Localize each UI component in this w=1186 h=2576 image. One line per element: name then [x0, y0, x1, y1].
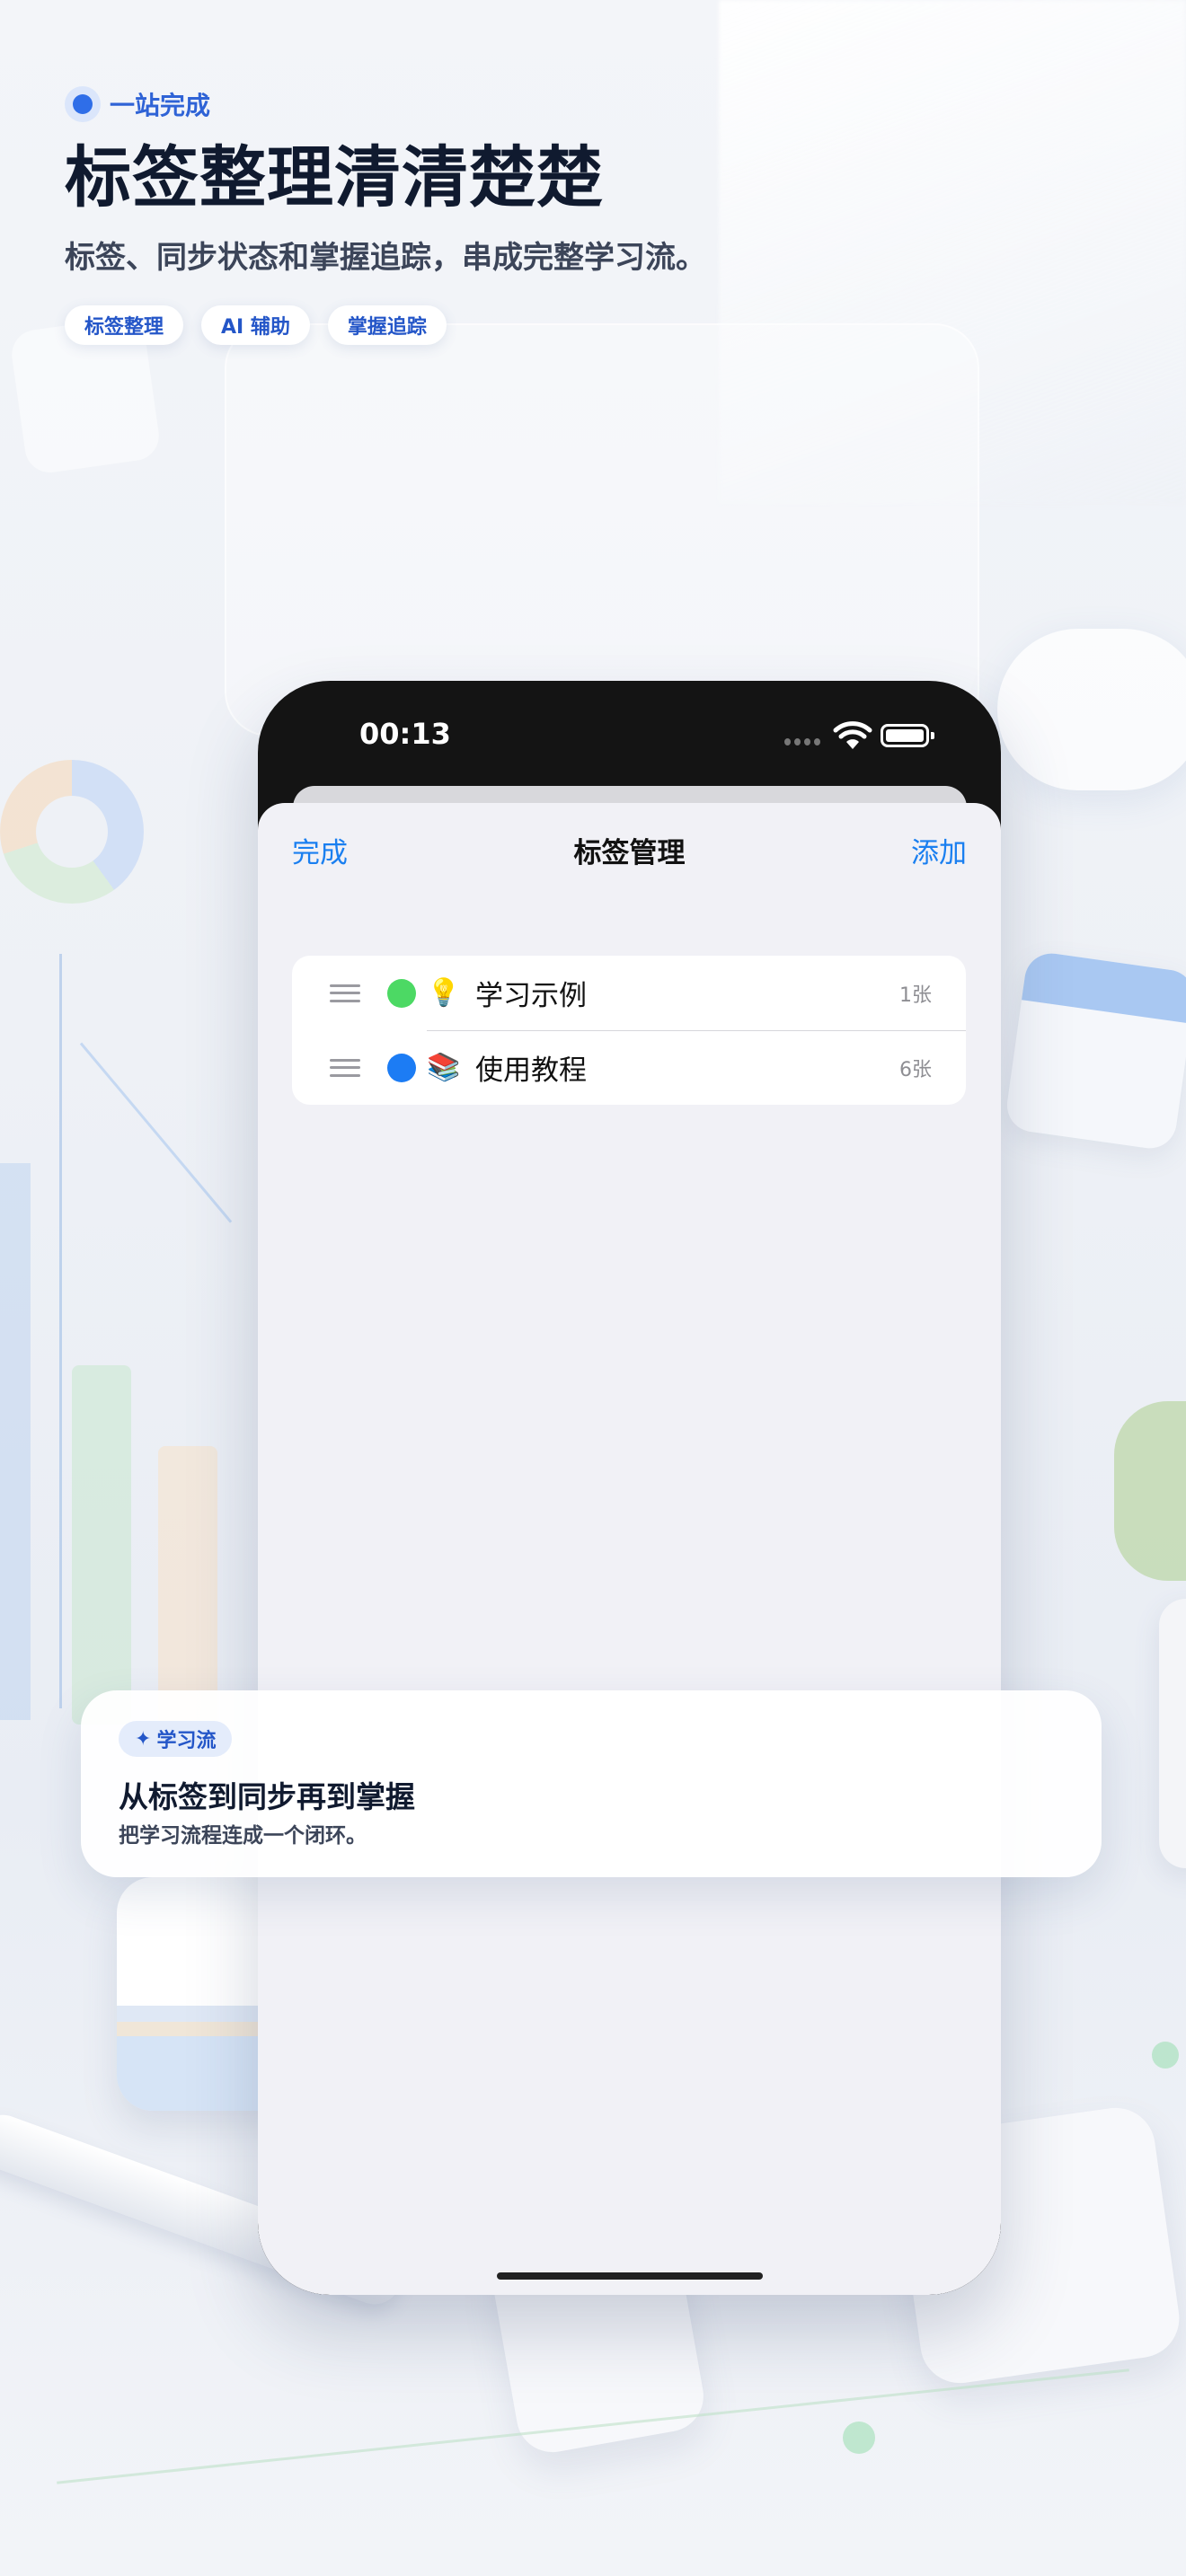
background-panel — [225, 323, 979, 737]
donut-chart-icon — [0, 760, 144, 904]
kicker-text: 一站完成 — [110, 91, 211, 120]
headline: 标签整理清清楚楚 — [65, 139, 604, 216]
chart-line-decoration — [79, 1042, 233, 1223]
path-node-decoration — [843, 2422, 875, 2454]
tag-management-sheet: 完成 标签管理 添加 💡 学习示例 1张 📚 使用教程 6张 — [258, 803, 1001, 2295]
plant-icon — [1114, 1401, 1186, 1581]
battery-icon — [881, 724, 934, 747]
status-time: 00:13 — [359, 717, 451, 751]
tag-card-count: 1张 — [899, 984, 932, 1007]
promo-header: 一站完成 标签整理清清楚楚 标签、同步状态和掌握追踪，串成完整学习流。 标签整理… — [65, 86, 1053, 346]
bar-decoration — [0, 1163, 31, 1720]
badge-label: 学习流 — [156, 1730, 217, 1752]
tag-row[interactable]: 📚 使用教程 6张 — [292, 1030, 966, 1105]
page-title: 标签管理 — [573, 837, 686, 869]
chip-tag-organize: 标签整理 — [65, 305, 184, 346]
subheadline: 标签、同步状态和掌握追踪，串成完整学习流。 — [65, 240, 706, 277]
navigation-bar: 完成 标签管理 添加 — [258, 803, 1001, 902]
tag-color-dot — [387, 978, 416, 1008]
chip-mastery-tracking: 掌握追踪 — [327, 305, 447, 346]
learning-flow-card: ✦ 学习流 从标签到同步再到掌握 把学习流程连成一个闭环。 — [81, 1690, 1102, 1877]
add-button[interactable]: 添加 — [911, 830, 967, 870]
path-node-decoration — [1152, 2042, 1179, 2069]
sparkle-icon: ✦ — [135, 1727, 152, 1751]
kicker: 一站完成 — [65, 86, 1053, 122]
drag-handle-icon[interactable] — [330, 1058, 360, 1077]
tag-row[interactable]: 💡 学习示例 1张 — [292, 956, 966, 1030]
lightbulb-icon: 💡 — [427, 977, 461, 1009]
wifi-icon — [833, 721, 872, 749]
tag-color-dot — [387, 1053, 416, 1082]
chart-axis-decoration — [59, 954, 62, 1708]
books-icon: 📚 — [427, 1052, 461, 1083]
tag-name: 学习示例 — [475, 980, 587, 1012]
bar-decoration — [72, 1365, 131, 1725]
status-bar: 00:13 — [258, 681, 1001, 789]
kicker-dot-icon — [65, 86, 101, 122]
card-description: 把学习流程连成一个闭环。 — [119, 1824, 367, 1848]
learning-flow-badge: ✦ 学习流 — [119, 1721, 233, 1757]
signal-icon — [784, 738, 820, 745]
feature-chips: 标签整理 AI 辅助 掌握追踪 — [65, 305, 1053, 346]
tag-name: 使用教程 — [475, 1054, 587, 1087]
tag-card-count: 6张 — [899, 1058, 932, 1081]
tag-list: 💡 学习示例 1张 📚 使用教程 6张 — [292, 956, 966, 1105]
calendar-icon — [1004, 949, 1186, 1152]
home-indicator — [497, 2272, 763, 2280]
card-title: 从标签到同步再到掌握 — [119, 1779, 415, 1814]
drag-handle-icon[interactable] — [330, 984, 360, 1002]
cloud-icon — [997, 629, 1186, 790]
phone-mockup: 00:13 完成 标签管理 添加 💡 学习示例 1张 📚 使用教程 6张 — [258, 681, 1001, 2295]
pot-icon — [1159, 1599, 1186, 1868]
chip-ai-assist: AI 辅助 — [201, 305, 310, 346]
